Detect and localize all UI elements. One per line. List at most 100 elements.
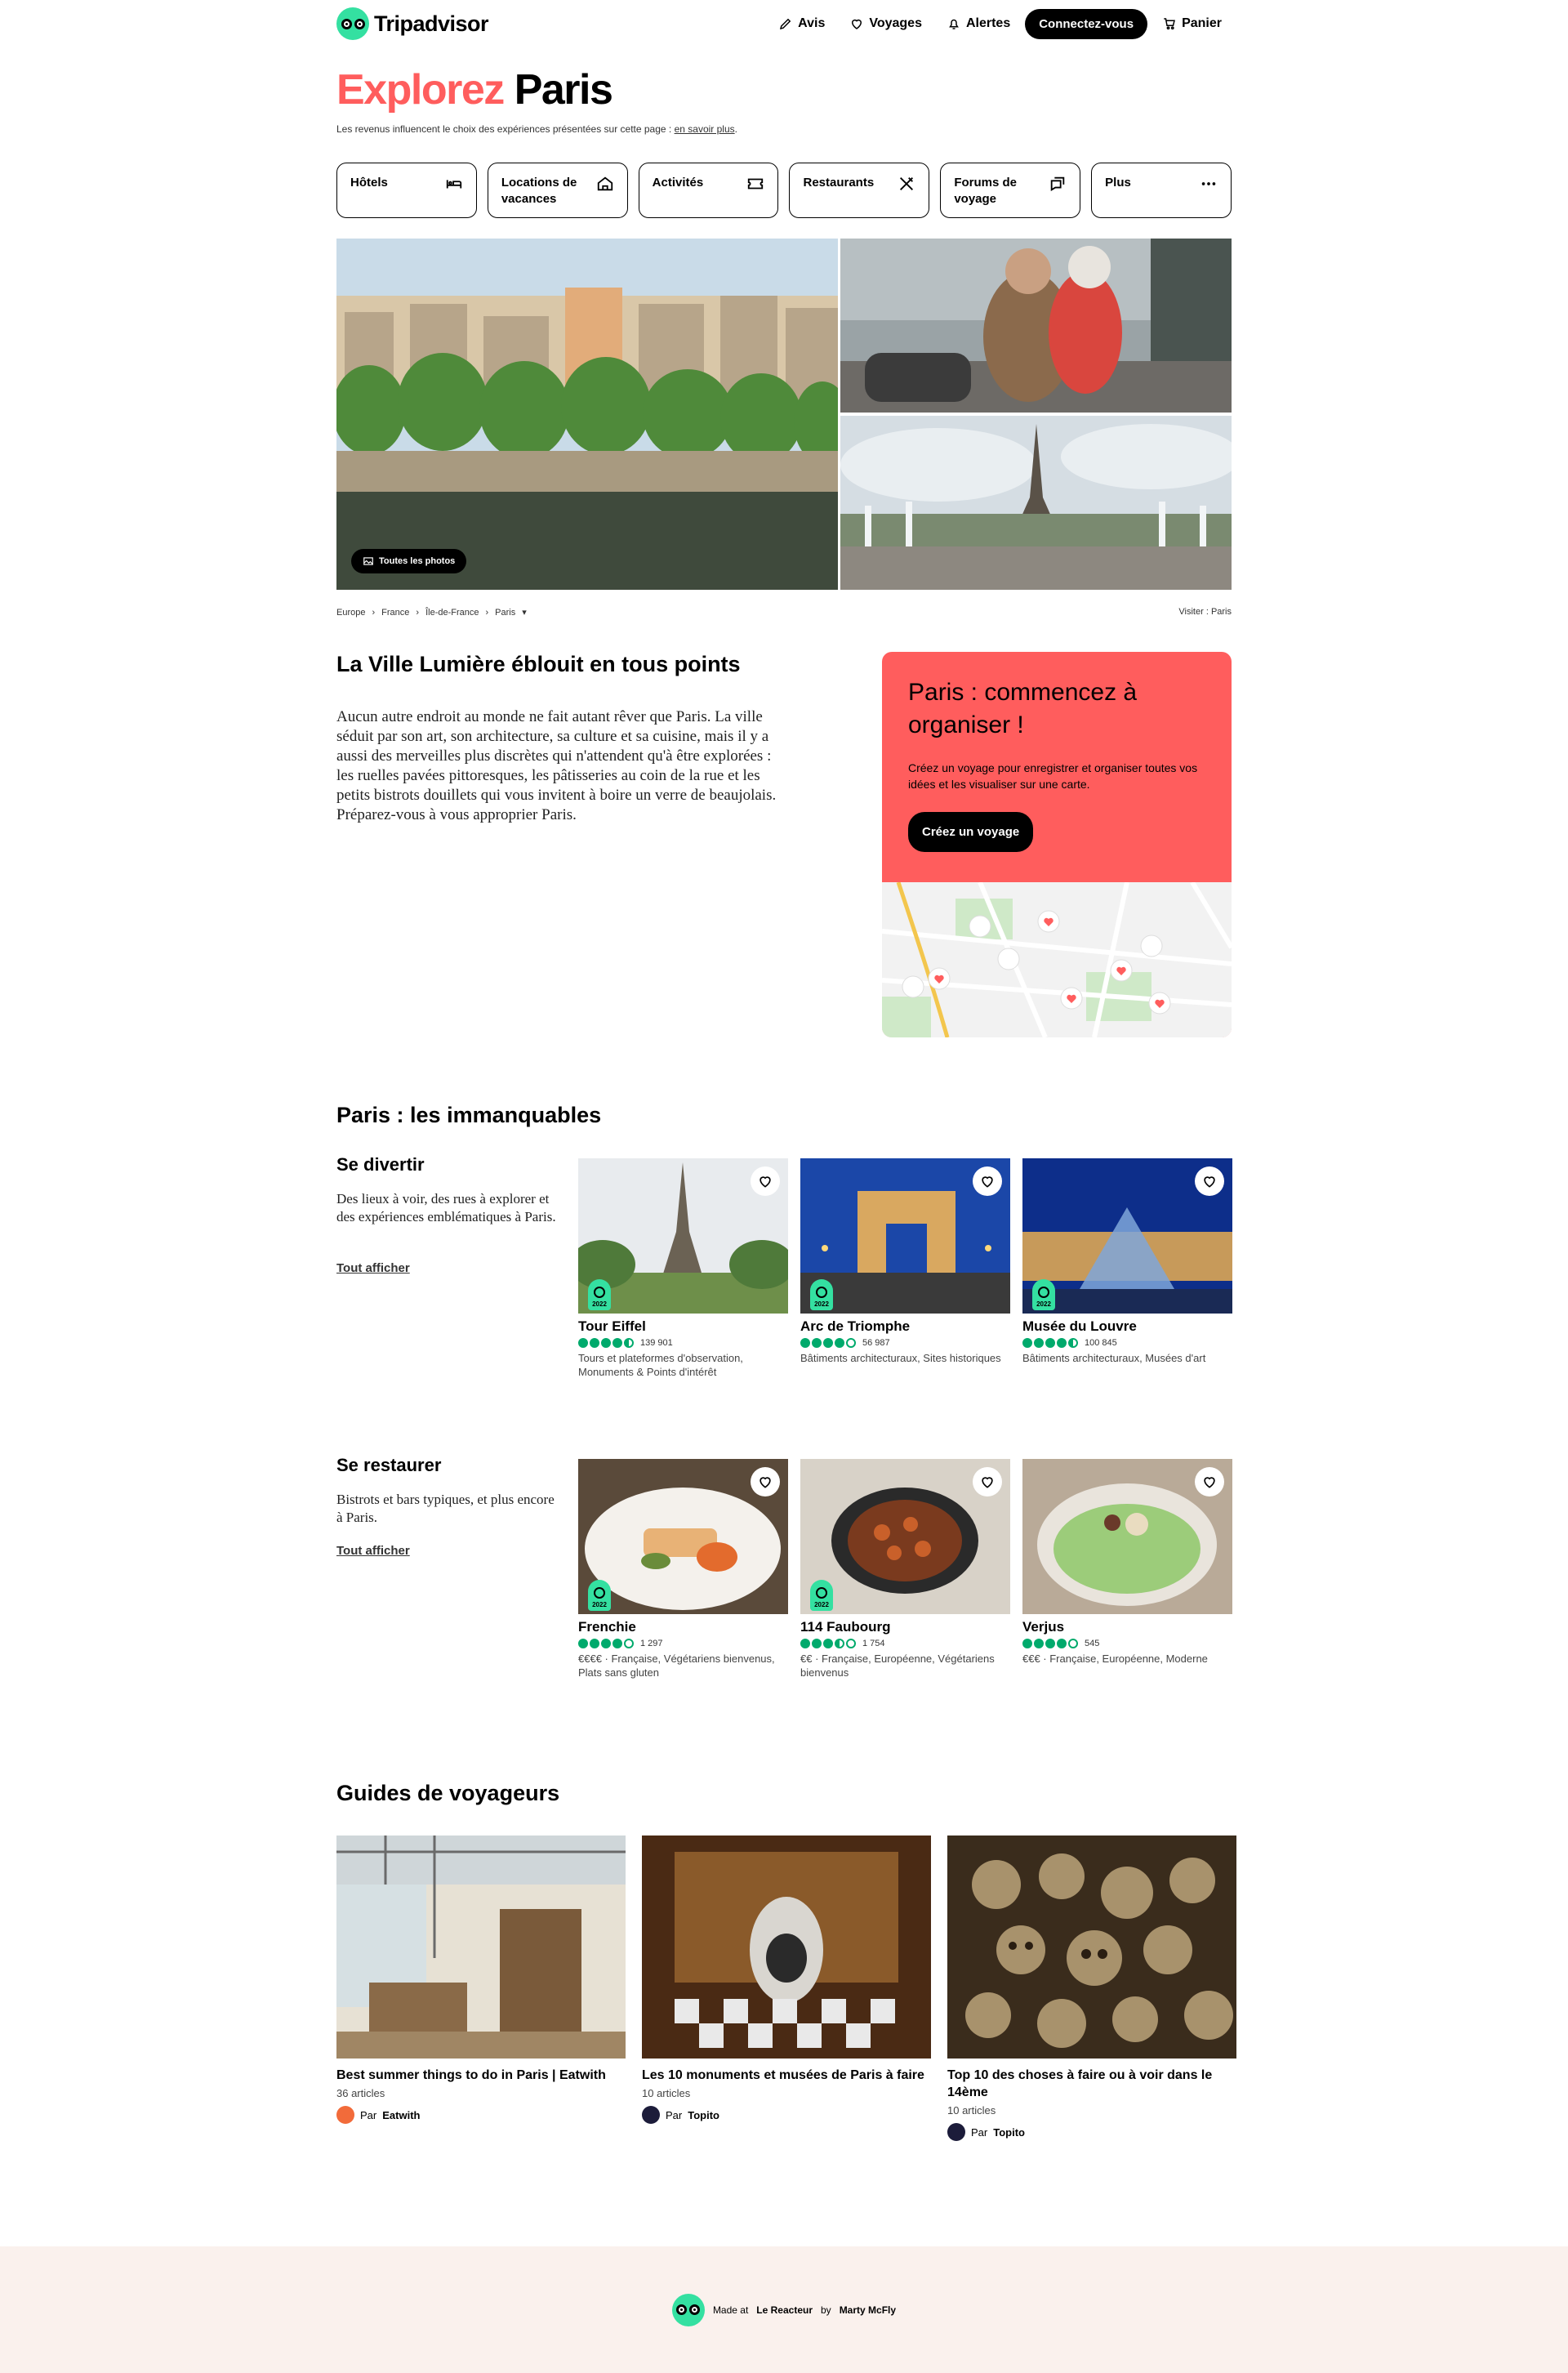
attraction-card[interactable]: 2022 Tour Eiffel 139 901 Tours et platef… <box>578 1158 788 1379</box>
plan-title: Paris : commencez à organiser ! <box>908 679 1138 738</box>
guide-author-name[interactable]: Eatwith <box>382 2109 420 2121</box>
card-title[interactable]: Verjus <box>1022 1619 1232 1635</box>
visit-label: Visiter : Paris <box>1178 607 1232 617</box>
heart-icon <box>1204 1477 1215 1488</box>
attraction-card[interactable]: 2022 Arc de Triomphe 56 987 Bâtiments ar… <box>800 1158 1010 1379</box>
intro-title: La Ville Lumière éblouit en tous points <box>336 652 741 676</box>
tab-activities[interactable]: Activités <box>638 163 779 218</box>
guide-image <box>947 1836 1236 2059</box>
guides-list: Best summer things to do in Paris | Eatw… <box>336 1836 1236 2141</box>
card-meta: €€ · Française, Européenne, Végétariens … <box>800 1653 995 1679</box>
tab-vacation-rentals-label: Locations de vacances <box>501 176 577 206</box>
guide-card[interactable]: Les 10 monuments et musées de Paris à fa… <box>642 1836 931 2141</box>
seine-riverbank-photo <box>336 239 838 590</box>
footer-author[interactable]: Marty McFly <box>840 2304 896 2316</box>
entertain-title: Se divertir <box>336 1154 425 1175</box>
gallery-photo-eiffel[interactable] <box>840 416 1232 590</box>
save-heart-button[interactable] <box>1195 1467 1224 1497</box>
badge-year: 2022 <box>814 1300 829 1308</box>
card-meta: €€€€ · Française, Végétariens bienvenus,… <box>578 1653 775 1679</box>
guide-author-name[interactable]: Topito <box>993 2126 1025 2139</box>
save-heart-button[interactable] <box>751 1166 780 1196</box>
nav-cart[interactable]: Panier <box>1152 10 1232 38</box>
map-illustration <box>882 881 1232 1037</box>
review-count: 139 901 <box>640 1338 673 1348</box>
restaurant-card[interactable]: Verjus 545 €€€ · Française, Européenne, … <box>1022 1459 1232 1679</box>
avatar <box>642 2106 660 2124</box>
guide-image <box>642 1836 931 2059</box>
all-photos-button[interactable]: Toutes les photos <box>351 549 467 573</box>
travelers-choice-badge: 2022 <box>588 1580 611 1611</box>
rating-bubbles: 1 297 <box>578 1639 788 1648</box>
guide-title[interactable]: Best summer things to do in Paris | Eatw… <box>336 2067 626 2084</box>
card-image: 2022 <box>1022 1158 1232 1314</box>
restaurant-card[interactable]: 2022 Frenchie 1 297 €€€€ · Française, Vé… <box>578 1459 788 1679</box>
nav-trips[interactable]: Voyages <box>840 10 932 38</box>
attraction-card[interactable]: 2022 Musée du Louvre 100 845 Bâtiments a… <box>1022 1158 1232 1379</box>
guide-title[interactable]: Top 10 des choses à faire ou à voir dans… <box>947 2067 1236 2101</box>
tab-restaurants[interactable]: Restaurants <box>789 163 930 218</box>
nav-cart-label: Panier <box>1182 16 1222 30</box>
guide-card[interactable]: Top 10 des choses à faire ou à voir dans… <box>947 1836 1236 2141</box>
card-image: 2022 <box>578 1459 788 1614</box>
museum-hall-photo <box>642 1836 931 2059</box>
travelers-choice-badge: 2022 <box>588 1279 611 1310</box>
card-title[interactable]: Frenchie <box>578 1619 788 1635</box>
guide-count: 36 articles <box>336 2087 385 2099</box>
rating-bubbles: 1 754 <box>800 1639 1010 1648</box>
travelers-choice-badge: 2022 <box>810 1279 833 1310</box>
plan-text: Créez un voyage pour enregistrer et orga… <box>908 761 1198 791</box>
tab-more[interactable]: Plus <box>1091 163 1232 218</box>
card-title[interactable]: Musée du Louvre <box>1022 1318 1232 1335</box>
main-nav: Avis Voyages Alertes Connectez-vous Pani… <box>768 8 1232 39</box>
tab-hotels[interactable]: Hôtels <box>336 163 477 218</box>
dine-title: Se restaurer <box>336 1455 442 1475</box>
card-title[interactable]: 114 Faubourg <box>800 1619 1010 1635</box>
save-heart-button[interactable] <box>973 1467 1002 1497</box>
save-heart-button[interactable] <box>1195 1166 1224 1196</box>
caret-down-icon[interactable]: ▾ <box>522 607 527 618</box>
nav-alerts[interactable]: Alertes <box>937 10 1020 38</box>
rating-bubbles: 545 <box>1022 1639 1232 1648</box>
entertain-see-all-link[interactable]: Tout afficher <box>336 1261 410 1275</box>
review-count: 1 297 <box>640 1639 663 1648</box>
badge-year: 2022 <box>814 1601 829 1608</box>
badge-year: 2022 <box>592 1601 607 1608</box>
gallery-main-photo[interactable]: Toutes les photos <box>336 239 838 590</box>
create-trip-button[interactable]: Créez un voyage <box>908 812 1034 852</box>
gallery-photo-scooter[interactable] <box>840 239 1232 413</box>
footer-made-at: Made at <box>712 2304 749 2316</box>
breadcrumb-paris[interactable]: Paris <box>495 608 515 618</box>
rating-bubbles: 100 845 <box>1022 1338 1232 1348</box>
card-meta: Bâtiments architecturaux, Sites historiq… <box>800 1352 1001 1364</box>
tab-vacation-rentals[interactable]: Locations de vacances <box>487 163 628 218</box>
learn-more-link[interactable]: en savoir plus <box>675 123 735 135</box>
footer-school[interactable]: Le Reacteur <box>756 2304 813 2316</box>
login-button[interactable]: Connectez-vous <box>1025 8 1148 39</box>
guide-card[interactable]: Best summer things to do in Paris | Eatw… <box>336 1836 626 2141</box>
breadcrumb-france[interactable]: France <box>381 608 409 618</box>
plan-map <box>882 881 1232 1037</box>
card-meta: Bâtiments architecturaux, Musées d'art <box>1022 1352 1206 1364</box>
tab-forums[interactable]: Forums de voyage <box>940 163 1081 218</box>
review-count: 56 987 <box>862 1338 890 1348</box>
guide-author-name[interactable]: Topito <box>688 2109 719 2121</box>
save-heart-button[interactable] <box>973 1166 1002 1196</box>
pencil-icon <box>780 18 791 30</box>
catacombs-photo <box>947 1836 1236 2059</box>
nav-reviews[interactable]: Avis <box>768 10 835 38</box>
travelers-choice-badge: 2022 <box>810 1580 833 1611</box>
guide-count: 10 articles <box>947 2104 996 2117</box>
breadcrumb-europe[interactable]: Europe <box>336 608 365 618</box>
dine-see-all-link[interactable]: Tout afficher <box>336 1544 410 1558</box>
tripadvisor-logo[interactable]: Tripadvisor <box>336 7 489 40</box>
save-heart-button[interactable] <box>751 1467 780 1497</box>
owl-logo-icon <box>336 7 369 40</box>
owl-logo-icon <box>671 2293 705 2326</box>
guide-title[interactable]: Les 10 monuments et musées de Paris à fa… <box>642 2067 931 2084</box>
card-title[interactable]: Tour Eiffel <box>578 1318 788 1335</box>
chevron-right-icon: › <box>372 607 376 618</box>
card-title[interactable]: Arc de Triomphe <box>800 1318 1010 1335</box>
restaurant-card[interactable]: 2022 114 Faubourg 1 754 €€ · Française, … <box>800 1459 1010 1679</box>
breadcrumb-ile-de-france[interactable]: Île-de-France <box>425 608 479 618</box>
